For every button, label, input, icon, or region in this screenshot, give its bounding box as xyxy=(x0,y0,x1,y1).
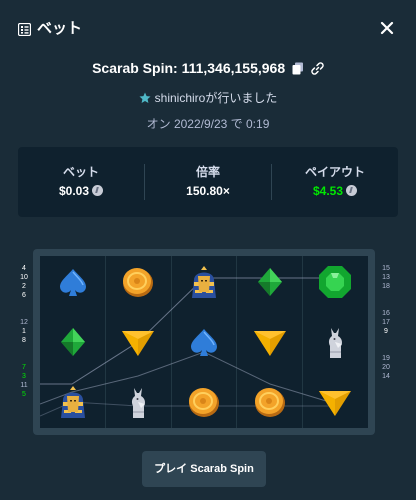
payline-number: 6 xyxy=(22,292,26,299)
payline-number: 3 xyxy=(22,373,26,380)
emerald-symbol-icon xyxy=(315,262,355,302)
pharaoh-symbol-icon xyxy=(184,262,224,302)
vip-star-icon xyxy=(139,92,151,103)
currency-coin-icon xyxy=(92,185,104,196)
payline-number: 2 xyxy=(22,283,26,290)
stat-bet: ベット $0.03 xyxy=(18,147,144,217)
copy-icon[interactable] xyxy=(292,62,304,75)
bet-date: オン 2022/9/23 で 0:19 xyxy=(146,117,270,131)
payline-number: 11 xyxy=(20,382,28,389)
stat-multiplier: 倍率 150.80× xyxy=(145,147,271,217)
payline-number: 10 xyxy=(20,274,28,281)
payline-number: 12 xyxy=(20,319,28,326)
triangle-symbol-icon xyxy=(250,322,290,362)
payline-number: 7 xyxy=(22,364,26,371)
coin-symbol-icon xyxy=(250,382,290,422)
play-game-name: Scarab Spin xyxy=(190,463,254,475)
payline-number: 18 xyxy=(382,283,390,290)
right-payline-numbers: 15 13 18 16 17 9 19 20 14 xyxy=(380,264,392,381)
triangle-symbol-icon xyxy=(315,382,355,422)
play-game-button[interactable]: プレイ Scarab Spin xyxy=(142,451,266,487)
bet-value: $0.03 xyxy=(58,184,90,198)
modal-title: ベット xyxy=(37,20,83,37)
coin-symbol-icon xyxy=(118,262,158,302)
bet-id-title: Scarab Spin: 111,346,155,968 xyxy=(92,60,286,76)
bet-stats-panel: ベット $0.03 倍率 150.80× ペイアウト $4.53 xyxy=(18,147,398,217)
payline-number: 13 xyxy=(382,274,390,281)
spade-symbol-icon xyxy=(184,322,224,362)
payline-number: 9 xyxy=(384,328,388,335)
gem-diamond-symbol-icon xyxy=(250,262,290,302)
anubis-symbol-icon xyxy=(118,382,158,422)
coin-symbol-icon xyxy=(184,382,224,422)
payout-value: $4.53 xyxy=(312,184,344,198)
payline-number: 14 xyxy=(382,373,390,380)
payline-number: 15 xyxy=(382,265,390,272)
multiplier-label: 倍率 xyxy=(195,165,220,179)
spade-symbol-icon xyxy=(53,262,93,302)
payline-number: 16 xyxy=(382,310,390,317)
bet-id-row: Scarab Spin: 111,346,155,968 xyxy=(0,59,416,77)
payline-number: 17 xyxy=(382,319,390,326)
pharaoh-symbol-icon xyxy=(53,382,93,422)
player-row: shinichiroが行いました xyxy=(0,90,416,106)
currency-coin-icon xyxy=(346,185,358,196)
bet-value-row: $0.03 xyxy=(18,184,144,198)
payline-number: 19 xyxy=(382,355,390,362)
payline-number: 20 xyxy=(382,364,390,371)
multiplier-value: 150.80× xyxy=(186,184,230,198)
payline-number: 4 xyxy=(22,265,26,272)
play-prefix: プレイ xyxy=(154,463,188,475)
player-text[interactable]: shinichiroが行いました xyxy=(155,91,278,105)
payout-value-row: $4.53 xyxy=(272,184,398,198)
stat-payout: ペイアウト $4.53 xyxy=(272,147,398,217)
left-payline-numbers: 4 10 2 6 12 1 8 7 3 11 5 xyxy=(18,264,30,399)
payline-number: 8 xyxy=(22,337,26,344)
bet-label: ベット xyxy=(62,165,99,179)
payline-number: 5 xyxy=(22,391,26,398)
triangle-symbol-icon xyxy=(118,322,158,362)
payout-label: ペイアウト xyxy=(304,165,365,179)
bet-slip-icon xyxy=(18,23,31,36)
gem-diamond-symbol-icon xyxy=(53,322,93,362)
anubis-symbol-icon xyxy=(315,322,355,362)
link-icon[interactable] xyxy=(311,62,324,75)
close-icon[interactable] xyxy=(380,21,394,35)
payline-number: 1 xyxy=(22,328,26,335)
modal-header: ベット xyxy=(0,0,416,58)
reel-board xyxy=(40,256,368,428)
